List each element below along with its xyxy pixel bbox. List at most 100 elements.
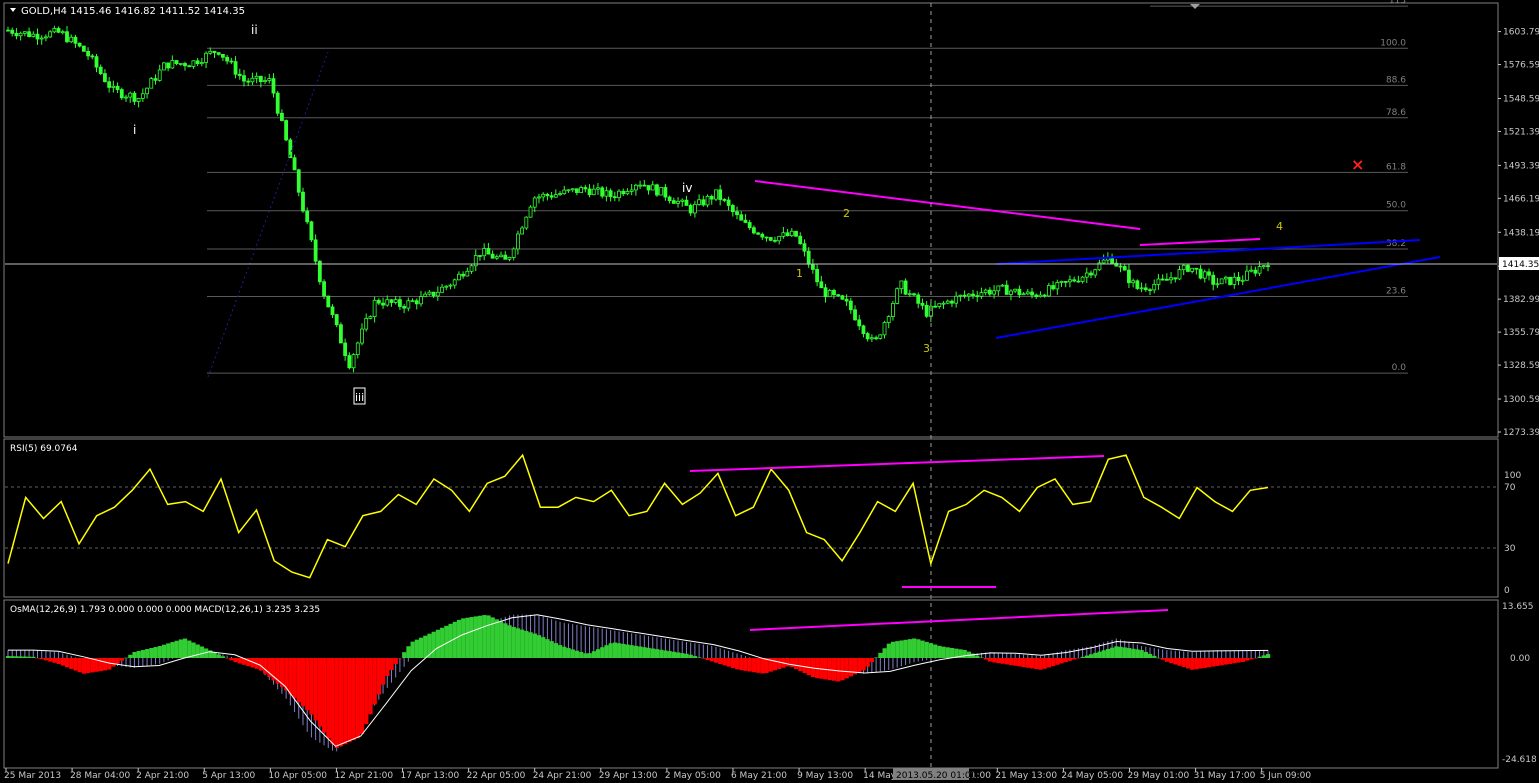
osma-bar (979, 657, 984, 659)
osma-bar (937, 645, 942, 658)
osma-bar (376, 658, 382, 695)
candle-body (718, 189, 723, 200)
osma-bar (545, 639, 550, 658)
osma-bar (983, 658, 988, 660)
candle-body (280, 112, 284, 121)
osma-bar (334, 658, 339, 749)
osma-bar (300, 658, 306, 707)
osma-bar (494, 619, 500, 658)
candle-body (1118, 265, 1123, 268)
candle-body (132, 92, 137, 102)
osma-bar (806, 658, 811, 676)
osma-bar (583, 653, 588, 658)
osma-bar (945, 647, 950, 658)
candle-body (794, 230, 798, 237)
candle-body (271, 78, 276, 94)
candle-body (562, 189, 567, 195)
osma-bar (102, 658, 108, 671)
osma-bar (684, 653, 689, 658)
osma-bar (1072, 658, 1077, 660)
osma-bar (621, 643, 626, 658)
candle-body (1181, 264, 1186, 271)
osma-axis-zero: 0.00 (1510, 654, 1530, 664)
candle-body (204, 52, 208, 63)
crosshair-time-value: 2013.05.20 01:00 (896, 771, 977, 781)
candle-body (903, 280, 908, 295)
osma-bar (515, 628, 521, 658)
chart-window[interactable]: 113100.088.678.661.850.038.223.60.0 i ii… (0, 0, 1539, 783)
fib-level-label: 88.6 (1386, 75, 1406, 85)
current-price-value: 1414.35 (1502, 260, 1539, 270)
osma-bar (912, 638, 917, 658)
candle-body (313, 239, 318, 262)
candle-body (56, 28, 61, 33)
osma-bar (229, 658, 234, 661)
osma-bar (591, 651, 596, 658)
candle-body (431, 291, 436, 297)
candle-body (688, 205, 693, 214)
osma-bar (511, 627, 516, 658)
candle-body (296, 169, 301, 193)
candle-body (1122, 266, 1127, 271)
osma-bar (553, 643, 559, 658)
osma-bar (709, 658, 714, 662)
candle-body (1240, 279, 1245, 282)
candle-body (1042, 294, 1047, 297)
osma-bar (237, 658, 242, 664)
candle-body (457, 273, 461, 281)
osma-bar (924, 641, 929, 658)
osma-bar (115, 658, 120, 664)
osma-bar (359, 658, 365, 735)
price-tick-label: 1328.59 (1503, 361, 1539, 371)
candle-body (1009, 290, 1013, 295)
osma-bar (43, 658, 49, 661)
osma-bar (751, 658, 757, 673)
candle-body (532, 197, 537, 208)
osma-bar (697, 657, 702, 658)
candle-body (10, 29, 15, 34)
osma-bar (499, 621, 504, 658)
osma-bar (128, 654, 133, 658)
candle-body (865, 333, 870, 340)
candle-body (878, 334, 883, 339)
candle-body (494, 256, 499, 259)
osma-bar (355, 658, 360, 739)
candle-body (98, 66, 103, 75)
candle-body (1089, 272, 1093, 276)
candle-body (124, 96, 128, 99)
time-tick-label: 5 Jun 09:00 (1260, 771, 1312, 781)
candle-body (94, 56, 99, 68)
osma-bar (90, 658, 95, 673)
candle-body (301, 191, 305, 212)
osma-bar (617, 643, 622, 658)
osma-bar (469, 617, 474, 658)
candle-body (1173, 277, 1178, 280)
time-tick-label: 29 Apr 13:00 (599, 771, 658, 781)
candle-body (435, 291, 440, 297)
candle-body (1236, 276, 1241, 282)
osma-bar (1051, 658, 1056, 667)
osma-bar (650, 648, 655, 658)
fib-level-label: 113 (1389, 0, 1406, 6)
candle-body (1038, 294, 1043, 298)
price-tick-label: 1548.59 (1503, 94, 1539, 104)
osma-bar (477, 615, 483, 658)
osma-bar (1126, 648, 1132, 658)
close-marker-icon[interactable]: × (1351, 155, 1364, 174)
osma-bar (949, 647, 955, 658)
osma-bar (1240, 658, 1245, 662)
candle-body (591, 188, 596, 196)
candle-body (1190, 267, 1195, 272)
candle-body (208, 50, 213, 54)
candle-body (1013, 288, 1018, 292)
candle-body (119, 89, 124, 99)
osma-bar (174, 640, 179, 658)
osma-bar (1169, 658, 1174, 664)
osma-bar (987, 658, 993, 662)
osma-bar (625, 644, 630, 658)
osma-bar (393, 658, 398, 665)
price-tick-label: 1300.59 (1503, 395, 1539, 405)
candle-body (343, 342, 348, 356)
osma-bar (701, 658, 706, 659)
osma-bar (473, 616, 478, 658)
